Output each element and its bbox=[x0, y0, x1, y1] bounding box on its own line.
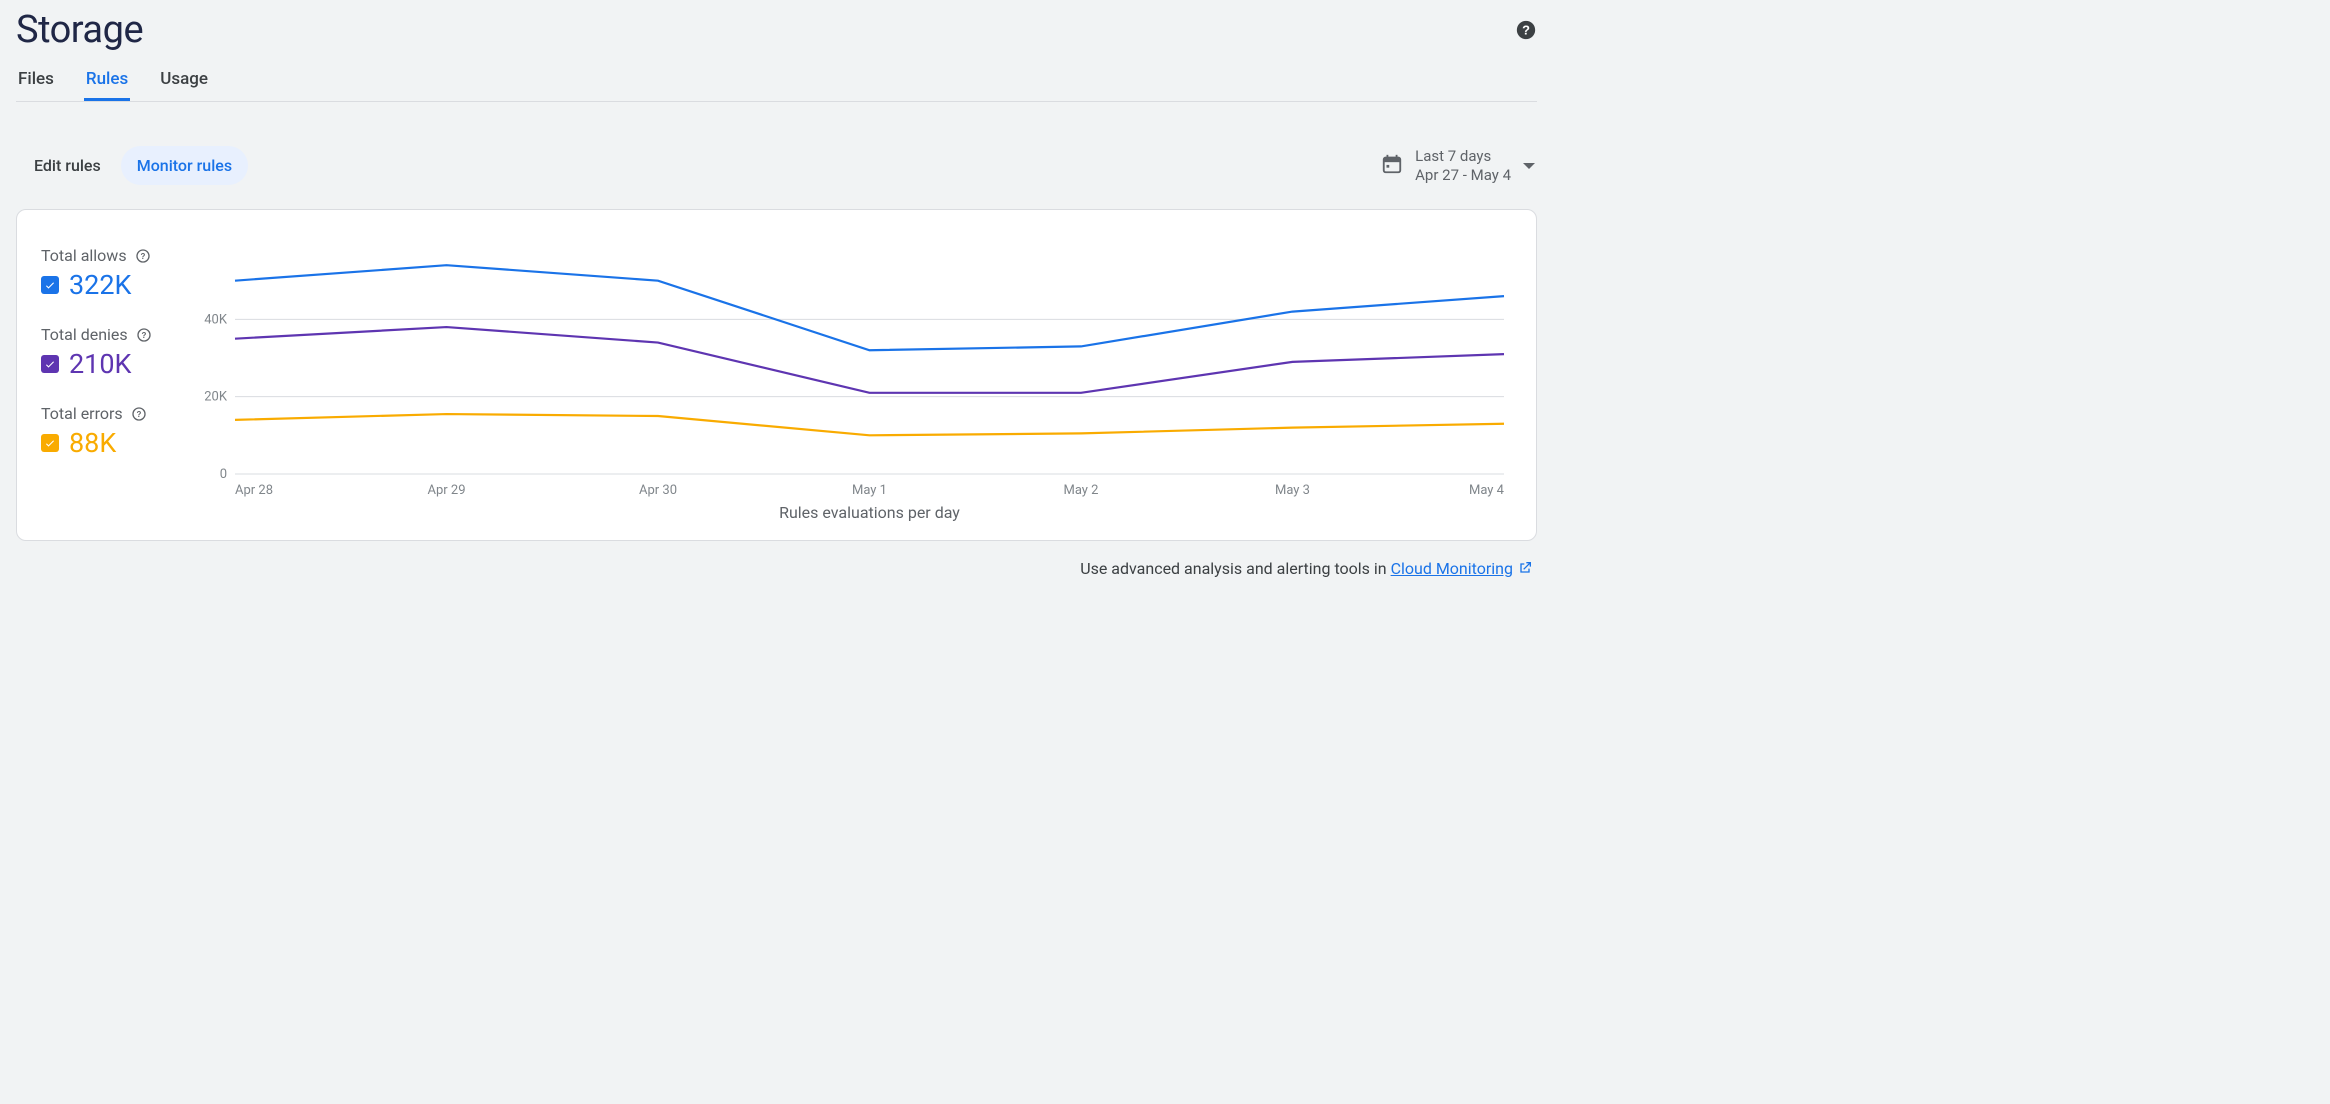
rules-evaluations-chart: 0 20K 40K Apr 28 Apr 29 Apr 30 May 1 May 2 May 3… bbox=[195, 234, 1516, 524]
date-range-text: Last 7 days Apr 27 - May 4 bbox=[1415, 147, 1511, 185]
legend-allows-checkbox[interactable] bbox=[41, 276, 59, 294]
legend-denies: Total denies ? 210K bbox=[41, 325, 171, 380]
cloud-monitoring-link[interactable]: Cloud Monitoring bbox=[1391, 559, 1513, 578]
date-range-picker[interactable]: Last 7 days Apr 27 - May 4 bbox=[1381, 147, 1535, 185]
svg-text:?: ? bbox=[1522, 23, 1530, 38]
legend-denies-checkbox[interactable] bbox=[41, 355, 59, 373]
date-range-label: Last 7 days bbox=[1415, 147, 1511, 166]
svg-text:May 3: May 3 bbox=[1275, 483, 1310, 498]
chart-legend: Total allows ? 322K Total denies ? bbox=[41, 234, 171, 524]
legend-denies-value: 210K bbox=[69, 348, 131, 380]
chart-area: 0 20K 40K Apr 28 Apr 29 Apr 30 May 1 May 2 May 3… bbox=[195, 234, 1516, 524]
tab-files[interactable]: Files bbox=[16, 60, 56, 101]
svg-text:0: 0 bbox=[220, 467, 227, 482]
svg-text:?: ? bbox=[141, 331, 146, 340]
chart-card: Total allows ? 322K Total denies ? bbox=[16, 209, 1537, 541]
footer-hint: Use advanced analysis and alerting tools… bbox=[16, 541, 1537, 580]
svg-text:Apr 29: Apr 29 bbox=[427, 483, 465, 498]
footer-prefix: Use advanced analysis and alerting tools… bbox=[1080, 559, 1390, 578]
svg-text:May 2: May 2 bbox=[1063, 483, 1098, 498]
subtab-monitor-rules[interactable]: Monitor rules bbox=[121, 146, 248, 185]
tab-rules[interactable]: Rules bbox=[84, 60, 130, 101]
calendar-icon bbox=[1381, 153, 1403, 179]
svg-text:20K: 20K bbox=[204, 390, 228, 405]
svg-text:40K: 40K bbox=[204, 312, 228, 327]
svg-text:?: ? bbox=[140, 252, 145, 261]
legend-errors-checkbox[interactable] bbox=[41, 434, 59, 452]
help-icon[interactable]: ? bbox=[131, 406, 147, 422]
chevron-down-icon bbox=[1523, 163, 1535, 169]
external-link-icon bbox=[1517, 560, 1533, 580]
legend-errors-label: Total errors bbox=[41, 404, 123, 423]
legend-allows: Total allows ? 322K bbox=[41, 246, 171, 301]
legend-errors-value: 88K bbox=[69, 427, 116, 459]
main-tabs: Files Rules Usage bbox=[16, 60, 1537, 102]
tab-usage[interactable]: Usage bbox=[158, 60, 210, 101]
help-icon[interactable]: ? bbox=[1515, 19, 1537, 41]
help-icon[interactable]: ? bbox=[135, 248, 151, 264]
page-title: Storage bbox=[16, 8, 143, 52]
svg-text:May 4: May 4 bbox=[1469, 483, 1505, 498]
legend-denies-label: Total denies bbox=[41, 325, 128, 344]
svg-text:Apr 30: Apr 30 bbox=[639, 483, 677, 498]
legend-errors: Total errors ? 88K bbox=[41, 404, 171, 459]
svg-text:?: ? bbox=[136, 410, 141, 419]
legend-allows-label: Total allows bbox=[41, 246, 127, 265]
svg-text:May 1: May 1 bbox=[852, 483, 887, 498]
legend-allows-value: 322K bbox=[69, 269, 131, 301]
rules-subtabs: Edit rules Monitor rules bbox=[18, 146, 248, 185]
svg-text:Apr 28: Apr 28 bbox=[235, 483, 273, 498]
svg-text:Rules evaluations per day: Rules evaluations per day bbox=[779, 503, 960, 522]
subtab-edit-rules[interactable]: Edit rules bbox=[18, 146, 117, 185]
date-range-detail: Apr 27 - May 4 bbox=[1415, 166, 1511, 185]
help-icon[interactable]: ? bbox=[136, 327, 152, 343]
